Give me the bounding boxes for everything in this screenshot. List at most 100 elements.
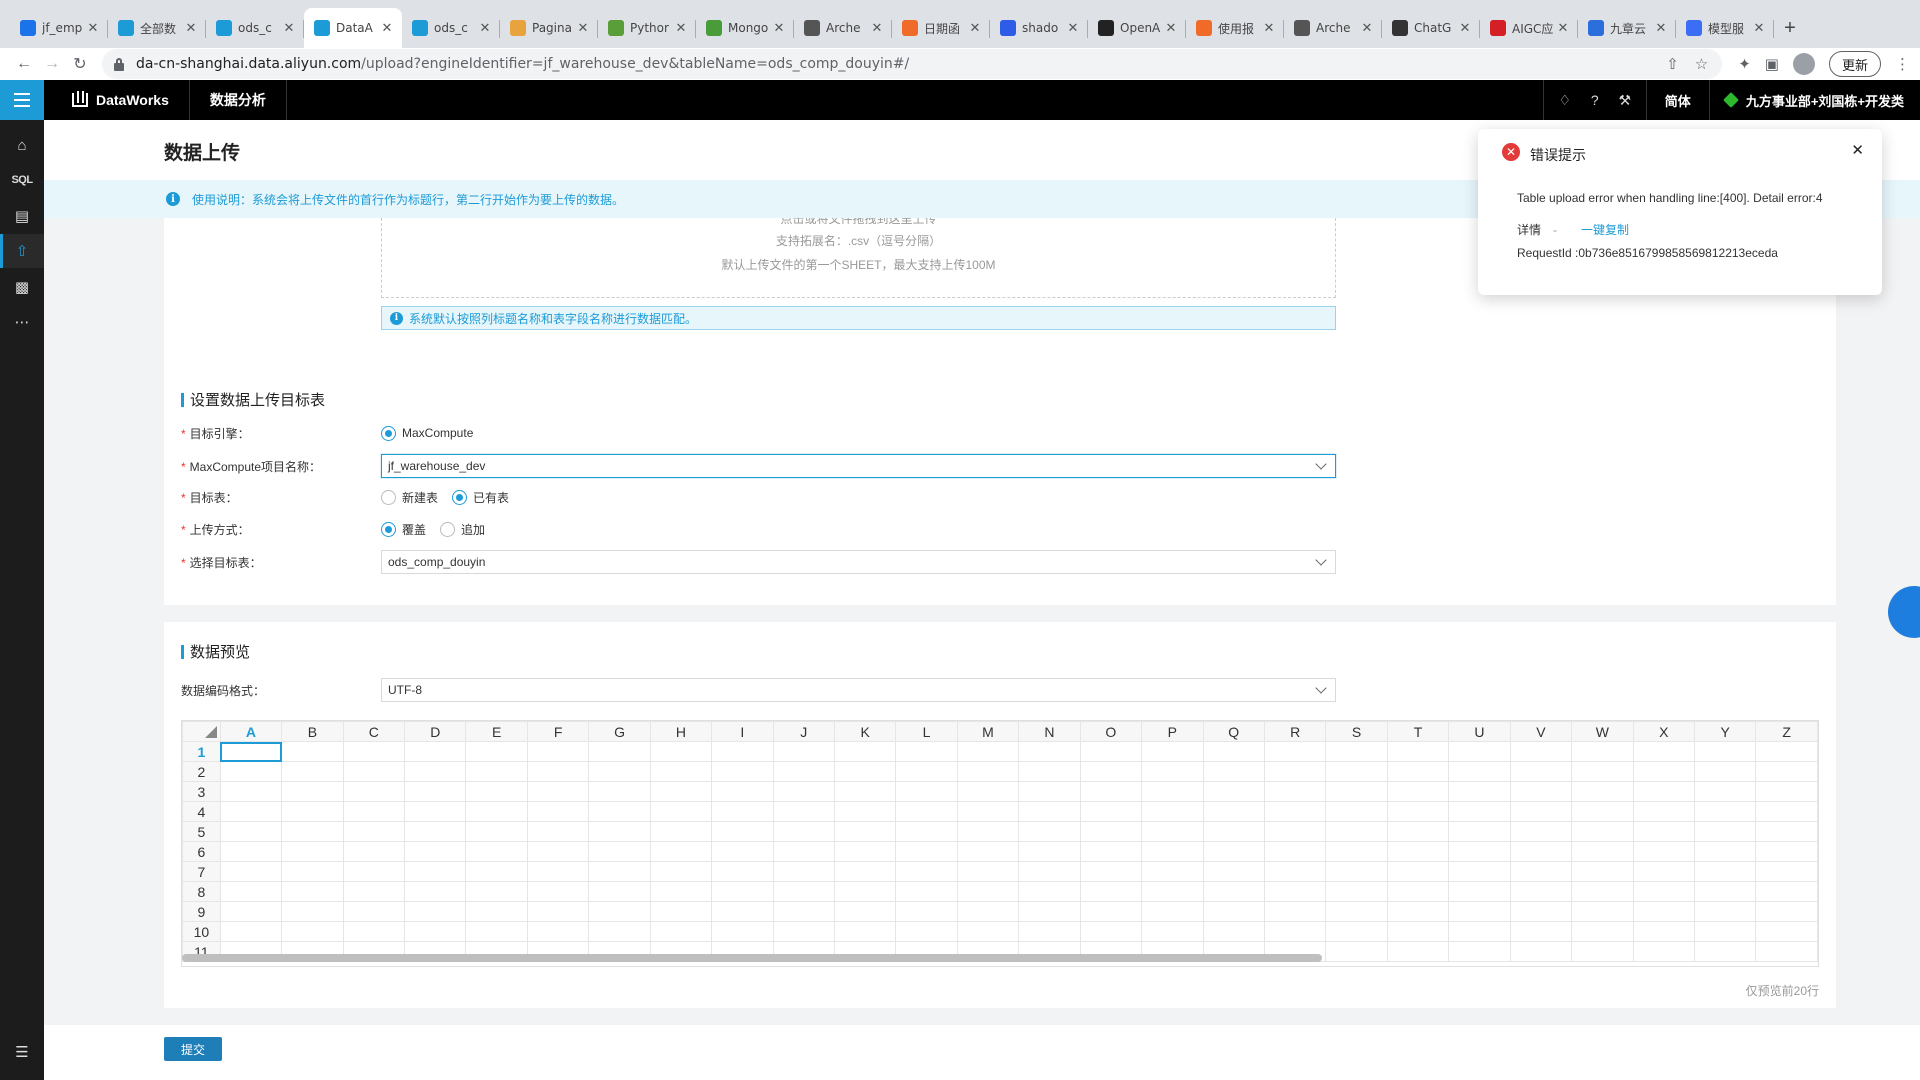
grid-cell[interactable]: [649, 821, 713, 842]
grid-cell[interactable]: [1509, 761, 1573, 782]
bell-icon[interactable]: ♢: [1550, 80, 1580, 120]
grid-cell[interactable]: [526, 821, 590, 842]
grid-cell[interactable]: [1202, 901, 1265, 922]
mode-radio-overwrite[interactable]: 覆盖: [381, 521, 426, 538]
grid-cell[interactable]: [1755, 801, 1818, 822]
grid-cell[interactable]: [833, 841, 897, 862]
grid-cell[interactable]: [342, 761, 406, 782]
side-panel-icon[interactable]: ▣: [1765, 55, 1779, 73]
grid-cell[interactable]: [1448, 801, 1511, 822]
grid-cell[interactable]: [1141, 761, 1204, 782]
column-header[interactable]: E: [465, 721, 528, 742]
grid-cell[interactable]: [1632, 921, 1695, 942]
update-button[interactable]: 更新: [1828, 51, 1881, 77]
grid-cell[interactable]: [1632, 801, 1695, 822]
browser-tab[interactable]: Mongo ✕: [696, 8, 794, 48]
tools-icon[interactable]: ⚒: [1610, 80, 1640, 120]
grid-cell[interactable]: [1386, 901, 1450, 922]
grid-cell[interactable]: [404, 761, 467, 782]
grid-cell[interactable]: [772, 781, 835, 802]
tab-close-icon[interactable]: ✕: [1262, 20, 1276, 36]
grid-cell[interactable]: [1386, 801, 1450, 822]
grid-cell[interactable]: [1632, 781, 1695, 802]
column-header[interactable]: X: [1632, 721, 1695, 742]
grid-cell[interactable]: [956, 841, 1020, 862]
column-header[interactable]: G: [588, 721, 651, 742]
browser-tab[interactable]: shado ✕: [990, 8, 1088, 48]
engine-radio-maxcompute[interactable]: MaxCompute: [381, 425, 473, 441]
grid-cell[interactable]: [1325, 901, 1388, 922]
browser-tab[interactable]: Pagina ✕: [500, 8, 598, 48]
tab-close-icon[interactable]: ✕: [184, 20, 198, 36]
grid-cell[interactable]: [1632, 861, 1695, 882]
grid-cell[interactable]: [895, 901, 958, 922]
grid-cell[interactable]: [833, 861, 897, 882]
grid-cell[interactable]: [1755, 821, 1818, 842]
grid-cell[interactable]: [895, 781, 958, 802]
grid-cell[interactable]: [1325, 741, 1388, 762]
collapse-menu-icon[interactable]: ☰: [0, 1035, 44, 1069]
column-header[interactable]: Q: [1202, 721, 1265, 742]
grid-cell[interactable]: [1018, 921, 1081, 942]
tab-close-icon[interactable]: ✕: [1654, 20, 1668, 36]
grid-cell[interactable]: [1325, 841, 1388, 862]
grid-cell[interactable]: [1571, 761, 1634, 782]
grid-cell[interactable]: [772, 861, 835, 882]
column-header[interactable]: L: [895, 721, 958, 742]
column-header[interactable]: F: [526, 721, 590, 742]
grid-cell[interactable]: [1079, 861, 1143, 882]
table-radio-existing[interactable]: 已有表: [452, 489, 509, 506]
report-icon[interactable]: ▤: [0, 199, 44, 233]
grid-cell[interactable]: [465, 801, 528, 822]
grid-cell[interactable]: [711, 801, 774, 822]
grid-cell[interactable]: [465, 841, 528, 862]
grid-cell[interactable]: [1141, 861, 1204, 882]
grid-cell[interactable]: [588, 781, 651, 802]
row-header[interactable]: 8: [182, 881, 221, 902]
tab-close-icon[interactable]: ✕: [674, 20, 688, 36]
grid-cell[interactable]: [895, 841, 958, 862]
grid-cell[interactable]: [833, 881, 897, 902]
grid-cell[interactable]: [1018, 741, 1081, 762]
grid-cell[interactable]: [219, 901, 283, 922]
grid-cell[interactable]: [1693, 781, 1757, 802]
grid-cell[interactable]: [1263, 801, 1327, 822]
grid-cell[interactable]: [1632, 941, 1695, 962]
grid-cell[interactable]: [219, 861, 283, 882]
grid-cell[interactable]: [711, 881, 774, 902]
submit-button[interactable]: 提交: [164, 1037, 222, 1061]
grid-cell[interactable]: [1448, 821, 1511, 842]
grid-cell[interactable]: [1018, 821, 1081, 842]
grid-cell[interactable]: [1693, 881, 1757, 902]
grid-cell[interactable]: [404, 881, 467, 902]
column-header[interactable]: M: [956, 721, 1020, 742]
column-header[interactable]: B: [281, 721, 344, 742]
grid-cell[interactable]: [1755, 921, 1818, 942]
browser-tab[interactable]: DataA ✕: [304, 8, 402, 48]
grid-cell[interactable]: [1079, 781, 1143, 802]
grid-cell[interactable]: [1079, 741, 1143, 762]
grid-cell[interactable]: [833, 761, 897, 782]
grid-cell[interactable]: [281, 801, 344, 822]
column-header[interactable]: T: [1386, 721, 1450, 742]
grid-cell[interactable]: [1202, 881, 1265, 902]
row-header[interactable]: 7: [182, 861, 221, 882]
browser-tab[interactable]: Arche ✕: [1284, 8, 1382, 48]
tab-close-icon[interactable]: ✕: [1752, 20, 1766, 36]
grid-cell[interactable]: [1325, 781, 1388, 802]
grid-cell[interactable]: [1263, 761, 1327, 782]
grid-cell[interactable]: [342, 741, 406, 762]
grid-cell[interactable]: [1571, 781, 1634, 802]
grid-cell[interactable]: [711, 921, 774, 942]
grid-cell[interactable]: [281, 921, 344, 942]
grid-cell[interactable]: [1018, 901, 1081, 922]
grid-cell[interactable]: [281, 741, 344, 762]
share-icon[interactable]: ⇧: [1666, 55, 1679, 73]
grid-cell[interactable]: [1448, 741, 1511, 762]
grid-cell[interactable]: [219, 801, 283, 822]
grid-cell[interactable]: [956, 901, 1020, 922]
grid-cell[interactable]: [1509, 861, 1573, 882]
grid-cell[interactable]: [588, 901, 651, 922]
grid-cell[interactable]: [1509, 741, 1573, 762]
grid-cell[interactable]: [219, 881, 283, 902]
